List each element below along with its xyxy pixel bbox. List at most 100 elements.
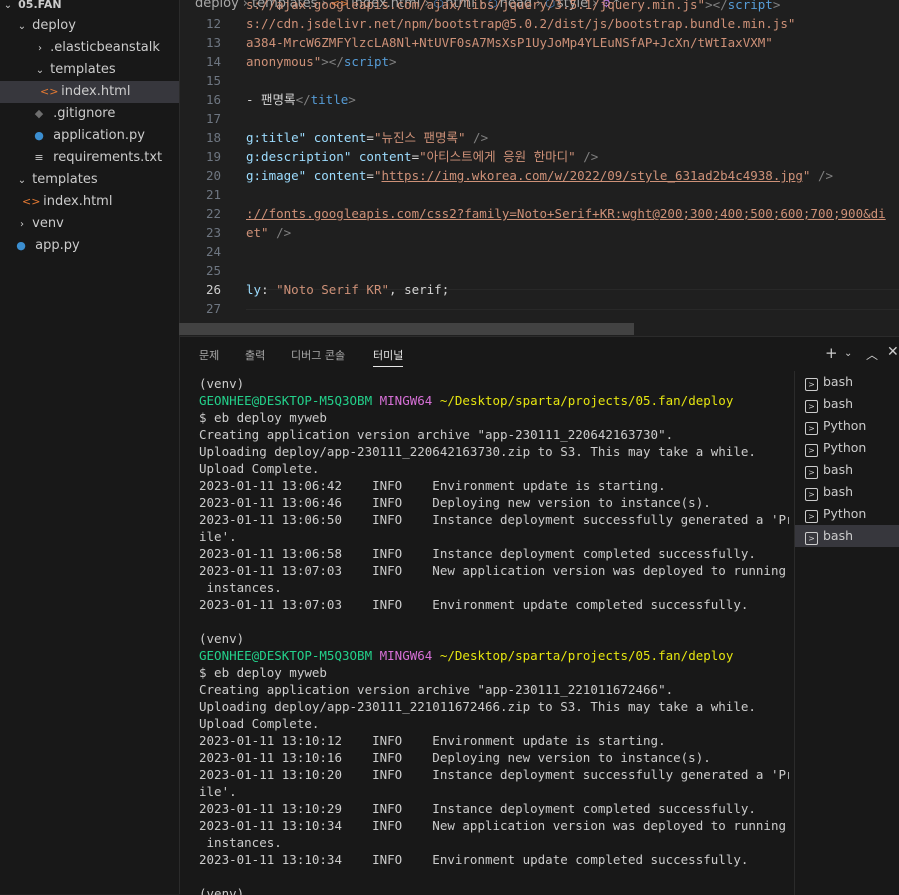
tree-item-label: application.py [53,128,145,143]
terminal-line: instances. [199,834,789,851]
terminal-line: 2023-01-11 13:10:34 INFO Environment upd… [199,851,789,868]
code-token: : [261,282,277,297]
terminal-instance-python[interactable]: > Python [795,437,899,459]
tree-item-label: .gitignore [53,106,116,121]
code-token: ></ [321,54,344,69]
terminal-text: GEONHEE@DESKTOP-M5Q3OBM [199,393,373,408]
text-file-icon: ≡ [34,151,44,164]
code-line[interactable]: 19 g:description" content="아티스트에게 응원 한마디"… [180,147,899,166]
terminal-text: 2023-01-11 13:07:03 INFO Environment upd… [199,597,749,612]
code-line[interactable]: 12 s://cdn.jsdelivr.net/npm/bootstrap@5.0… [180,14,899,33]
code-token: content [313,168,367,183]
explorer-root[interactable]: ⌄ 05.FAN [0,0,179,16]
terminal-text: Upload Complete. [199,716,320,731]
terminal-text: 2023-01-11 13:06:42 INFO Environment upd… [199,478,666,493]
terminal-line: Upload Complete. [199,460,789,477]
tree-folder-elasticbeanstalk[interactable]: › .elasticbeanstalk [0,37,179,59]
tree-folder-deploy[interactable]: ⌄ deploy [0,15,179,37]
terminal-output[interactable]: (venv) GEONHEE@DESKTOP-M5Q3OBM MINGW64 ~/… [199,375,789,895]
code-text: anonymous"></script> [246,52,397,71]
chevron-down-icon: ⌄ [3,0,13,11]
terminal-instance-bash[interactable]: > bash [795,393,899,415]
bottom-panel: 문제 출력 디버그 콘솔 터미널 + ⌄ ︿ ✕ (venv) GEONHEE@D… [180,336,899,895]
code-line[interactable]: 24 [180,242,899,261]
terminal-instance-label: bash [823,396,854,411]
tree-file-application-py[interactable]: ● application.py [0,125,179,147]
tree-folder-venv[interactable]: › venv [0,213,179,235]
line-number: 12 [205,16,221,31]
terminal-text: 2023-01-11 13:06:46 INFO Deploying new v… [199,495,711,510]
tree-file-gitignore[interactable]: ◆ .gitignore [0,103,179,125]
code-token: /> [268,225,292,240]
tree-folder-templates[interactable]: ⌄ templates [0,59,179,81]
terminal-line: 2023-01-11 13:10:16 INFO Deploying new v… [199,749,789,766]
terminal-instance-python[interactable]: > Python [795,503,899,525]
terminal-line: GEONHEE@DESKTOP-M5Q3OBM MINGW64 ~/Deskto… [199,392,789,409]
line-number: 13 [205,35,221,50]
code-line[interactable]: 26 ly: "Noto Serif KR", serif; [180,280,899,299]
terminal-text: ~/Desktop/sparta/projects/05.fan/deploy [439,648,734,663]
code-line[interactable]: s://ajax.googleapis.com/ajax/libs/jquery… [180,0,899,14]
code-line[interactable]: 13 a384-MrcW6ZMFYlzcLA8Nl+NtUVF0sA7MsXsP1… [180,33,899,52]
tree-file-index-html-selected[interactable]: <> index.html [0,81,179,103]
tree-file-index-html[interactable]: <> index.html [0,191,179,213]
terminal-instance-bash[interactable]: > bash [795,459,899,481]
code-editor[interactable]: deploy › templates › <> index.html › ⬡ html › ⬡ hea… [180,0,899,335]
tree-file-app-py[interactable]: ● app.py [0,235,179,257]
new-terminal-icon[interactable]: + [825,344,838,362]
code-line[interactable]: 17 [180,109,899,128]
code-line[interactable]: 16 - 팬명록</title> [180,90,899,109]
terminal-line: 2023-01-11 13:07:03 INFO Environment upd… [199,596,789,613]
code-line[interactable]: 27 [180,299,899,318]
tab-terminal[interactable]: 터미널 [373,346,404,367]
close-panel-icon[interactable]: ✕ [887,344,899,360]
code-line[interactable]: 22://fonts.googleapis.com/css2?family=No… [180,204,899,223]
explorer-root-label: 05.FAN [18,0,62,11]
terminal-instance-python[interactable]: > Python [795,415,899,437]
git-file-icon: ◆ [34,107,44,120]
tab-output[interactable]: 출력 [245,346,265,366]
code-text: - 팬명록</title> [246,90,356,109]
terminal-instance-bash[interactable]: > bash [795,371,899,393]
code-token: /> [465,130,489,145]
code-line[interactable]: 23 et" /> [180,223,899,242]
terminal-list: > bash > bash > Python > Python > bash > bash > Pytho… [794,371,899,895]
terminal-instance-label: Python [823,418,867,433]
code-line[interactable]: 14 anonymous"></script> [180,52,899,71]
terminal-instance-bash[interactable]: > bash [795,525,899,547]
terminal-icon: > [805,532,818,545]
code-line[interactable]: 18 g:title" content="뉴진스 팬명록" /> [180,128,899,147]
horizontal-scrollbar[interactable] [179,323,634,335]
line-number: 25 [205,263,221,278]
terminal-text: 2023-01-11 13:10:29 INFO Instance deploy… [199,801,756,816]
terminal-text: Uploading deploy/app-230111_220642163730… [199,444,756,459]
html-file-icon: <> [22,195,41,208]
chevron-right-icon: › [20,219,24,230]
code-line[interactable]: 20 g:image" content="https://img.wkorea.c… [180,166,899,185]
terminal-line: GEONHEE@DESKTOP-M5Q3OBM MINGW64 ~/Deskto… [199,647,789,664]
code-line[interactable]: 25 [180,261,899,280]
tree-folder-templates-root[interactable]: ⌄ templates [0,169,179,191]
python-file-icon: ● [16,239,26,252]
code-token: a384-MrcW6ZMFYlzcLA8Nl+NtUVF0sA7MsXsP1Uy… [246,35,773,50]
code-line[interactable]: 15 [180,71,899,90]
tab-debug-console[interactable]: 디버그 콘솔 [291,346,345,366]
code-token: /> [575,149,599,164]
code-token: > [348,92,356,107]
terminal-text: 2023-01-11 13:07:03 INFO New application… [199,563,789,578]
code-line[interactable]: 21 [180,185,899,204]
terminal-line: 2023-01-11 13:10:12 INFO Environment upd… [199,732,789,749]
terminal-text: 2023-01-11 13:10:34 INFO New application… [199,818,789,833]
maximize-panel-icon[interactable]: ︿ [866,346,878,363]
terminal-icon: > [805,422,818,435]
tree-file-requirements-txt[interactable]: ≡ requirements.txt [0,147,179,169]
terminal-text: 2023-01-11 13:10:16 INFO Deploying new v… [199,750,711,765]
code-text: ly: "Noto Serif KR", serif; [246,280,449,299]
terminal-instance-label: bash [823,484,854,499]
chevron-down-icon[interactable]: ⌄ [844,348,852,359]
code-token: = [411,149,420,164]
terminal-instance-bash[interactable]: > bash [795,481,899,503]
tab-problems[interactable]: 문제 [199,346,219,366]
